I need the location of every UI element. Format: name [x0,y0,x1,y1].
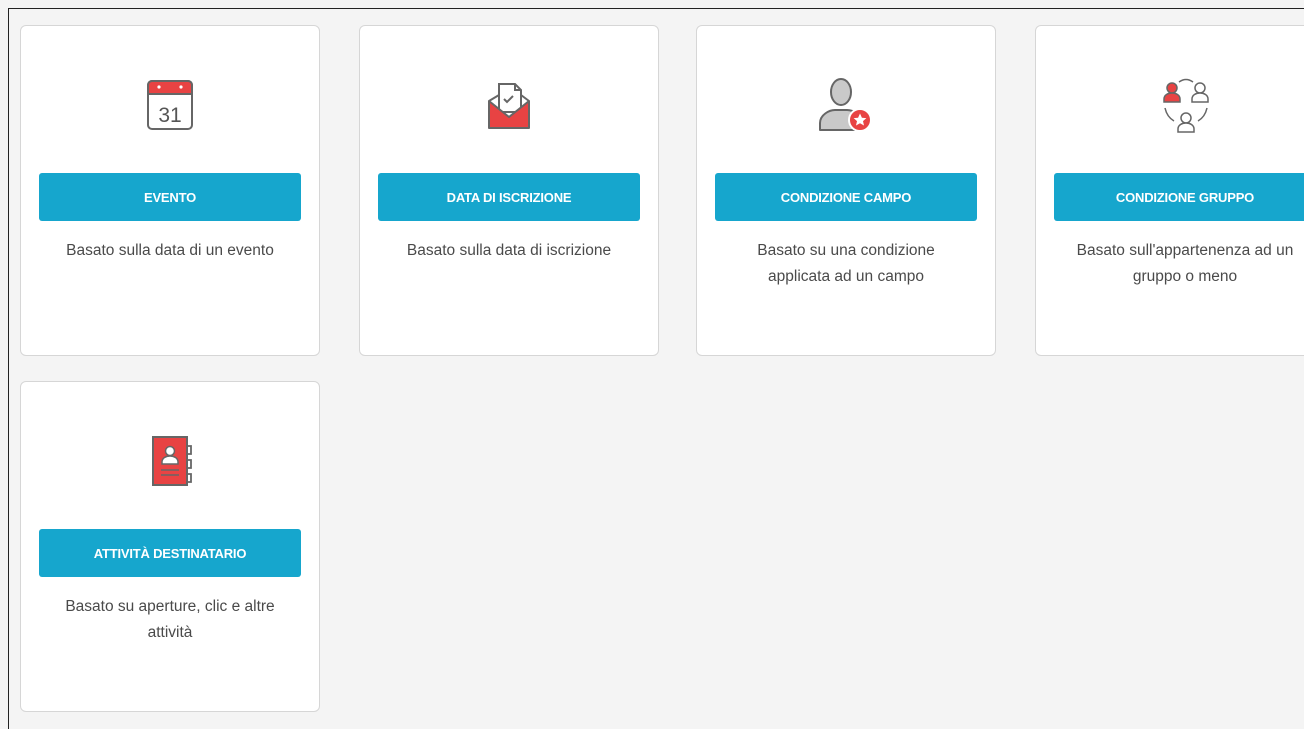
card-condizione-gruppo[interactable]: CONDIZIONE GRUPPO Basato sull'appartenen… [1035,25,1304,356]
data-iscrizione-button[interactable]: DATA DI ISCRIZIONE [378,173,640,221]
attivita-destinatario-button[interactable]: ATTIVITÀ DESTINATARIO [39,529,301,577]
contact-book-icon [21,430,319,494]
attivita-destinatario-description: Basato su aperture, clic e altre attivit… [65,598,275,641]
data-iscrizione-description: Basato sulla data di iscrizione [406,242,612,259]
card-condizione-campo[interactable]: CONDIZIONE CAMPO Basato su una condizion… [696,25,996,356]
user-group-icon [1036,74,1304,138]
evento-button[interactable]: EVENTO [39,173,301,221]
condizione-campo-button[interactable]: CONDIZIONE CAMPO [715,173,977,221]
evento-description: Basato sulla data di un evento [66,242,274,259]
card-attivita-destinatario[interactable]: ATTIVITÀ DESTINATARIO Basato su aperture… [20,381,320,712]
card-data-iscrizione[interactable]: DATA DI ISCRIZIONE Basato sulla data di … [359,25,659,356]
condizione-gruppo-button[interactable]: CONDIZIONE GRUPPO [1054,173,1304,221]
condizione-gruppo-description: Basato sull'appartenenza ad un gruppo o … [1076,242,1294,285]
calendar-day-text: 31 [158,104,181,127]
envelope-check-icon [360,74,658,138]
condizione-campo-description: Basato su una condizione applicata ad un… [757,242,935,285]
calendar-icon: 31 [21,74,319,138]
user-badge-icon [697,74,995,138]
segment-type-grid: 31 EVENTO Basato sulla data di un evento… [8,8,1304,729]
card-evento[interactable]: 31 EVENTO Basato sulla data di un evento [20,25,320,356]
